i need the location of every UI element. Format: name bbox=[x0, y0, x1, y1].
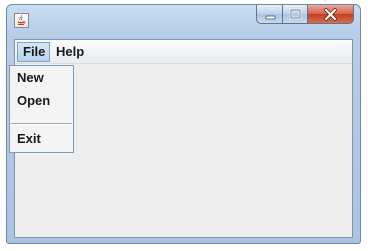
menu-item-new[interactable]: New bbox=[10, 67, 73, 89]
file-menu-dropdown: New Open Exit bbox=[9, 65, 74, 153]
close-icon bbox=[324, 8, 337, 21]
menu-item-exit[interactable]: Exit bbox=[10, 128, 73, 150]
menu-separator bbox=[11, 123, 72, 125]
menu-file[interactable]: File bbox=[17, 42, 50, 62]
minimize-icon bbox=[265, 15, 276, 20]
window-controls bbox=[256, 5, 354, 26]
menu-item-open[interactable]: Open bbox=[10, 90, 73, 112]
maximize-button[interactable] bbox=[283, 5, 308, 24]
menu-help[interactable]: Help bbox=[51, 42, 89, 62]
maximize-icon bbox=[289, 8, 302, 20]
title-bar[interactable] bbox=[7, 5, 360, 38]
menu-bar: File Help bbox=[15, 40, 352, 64]
minimize-button[interactable] bbox=[256, 5, 283, 24]
java-coffee-cup-icon[interactable] bbox=[14, 13, 29, 28]
close-button[interactable] bbox=[308, 5, 354, 24]
